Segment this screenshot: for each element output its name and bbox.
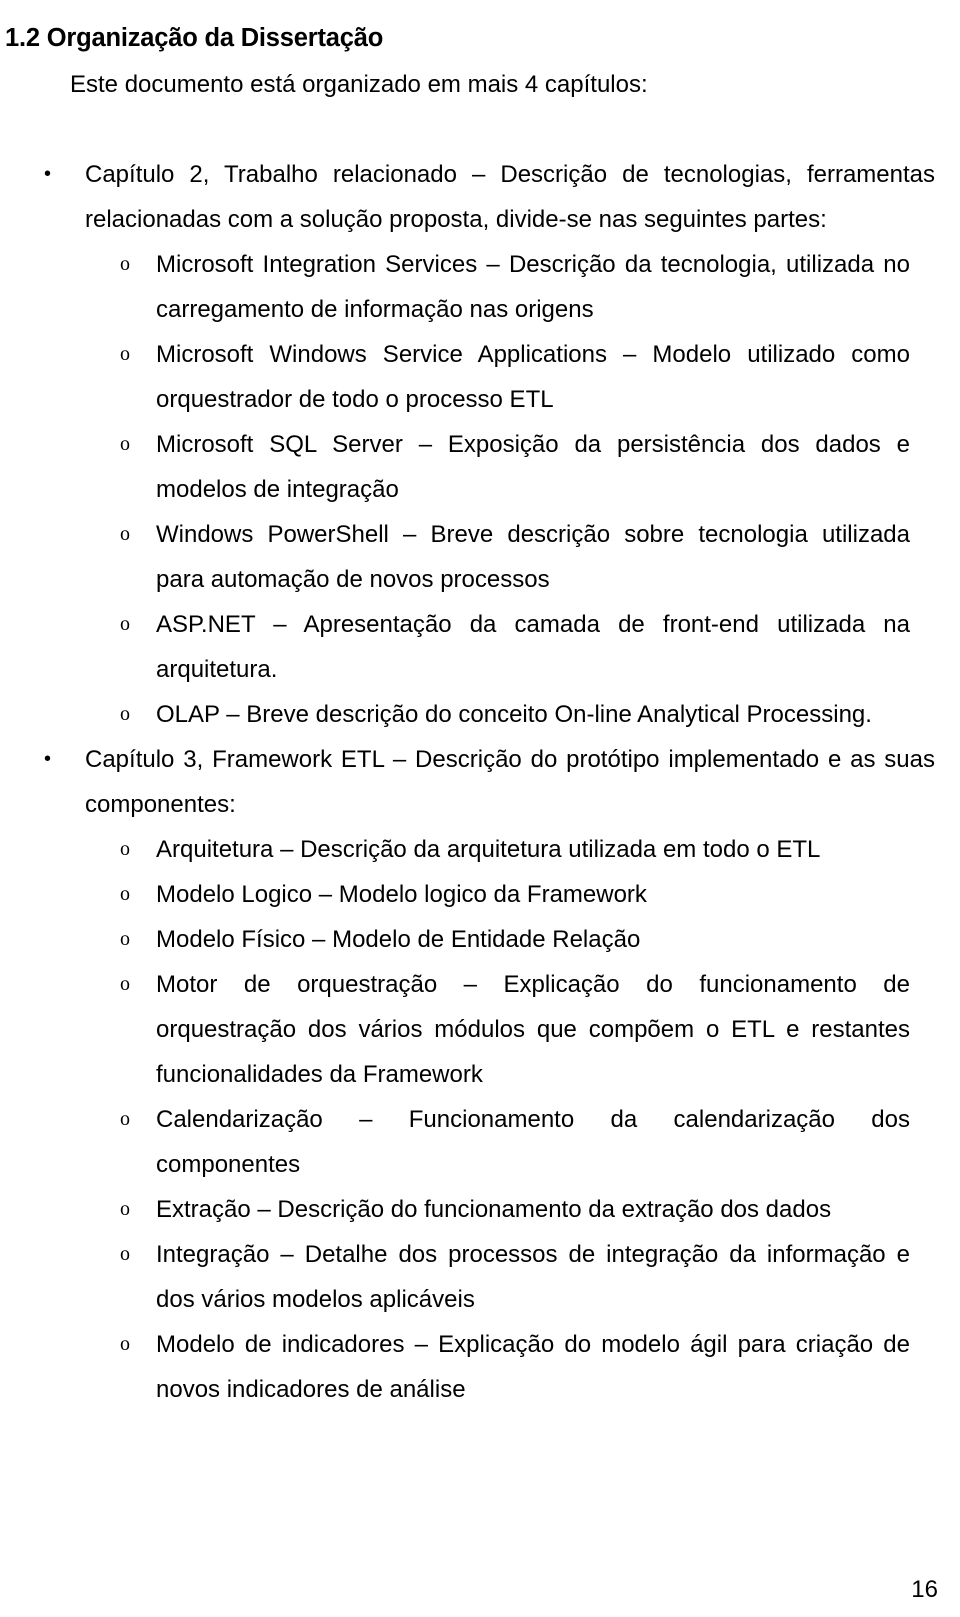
bullet-circle-icon: o [120, 253, 130, 275]
list-item-capitulo-2: • Capítulo 2, Trabalho relacionado – Des… [0, 152, 960, 737]
intro-paragraph: Este documento está organizado em mais 4… [0, 62, 960, 107]
list-item-text: OLAP – Breve descrição do conceito On-li… [156, 701, 872, 728]
subitem-list-capitulo-3: o Arquitetura – Descrição da arquitetura… [78, 827, 935, 1412]
list-item-text: Modelo de indicadores – Explicação do mo… [156, 1331, 910, 1403]
list-item-text: Extração – Descrição do funcionamento da… [156, 1196, 832, 1223]
list-item-text: Microsoft Windows Service Applications –… [156, 341, 910, 413]
page-number: 16 [911, 1576, 938, 1603]
page-title: 1.2 Organização da Dissertação [5, 24, 384, 53]
bullet-circle-icon: o [120, 973, 130, 995]
intro-paragraph-text: Este documento está organizado em mais 4… [70, 71, 648, 98]
bullet-circle-icon: o [120, 703, 130, 725]
list-item-calendarizacao: o Calendarização – Funcionamento da cale… [78, 1097, 935, 1187]
list-item-extracao: o Extração – Descrição do funcionamento … [78, 1187, 935, 1232]
list-item-integracao: o Integração – Detalhe dos processos de … [78, 1232, 935, 1322]
bullet-circle-icon: o [120, 343, 130, 365]
list-item-text: Modelo Físico – Modelo de Entidade Relaç… [156, 926, 641, 953]
list-item-microsoft-integration-services: o Microsoft Integration Services – Descr… [78, 242, 935, 332]
list-item-text: ASP.NET – Apresentação da camada de fron… [156, 611, 910, 683]
list-item-motor-de-orquestracao: o Motor de orquestração – Explicação do … [78, 962, 935, 1097]
bullet-circle-icon: o [120, 523, 130, 545]
bullet-circle-icon: o [120, 928, 130, 950]
bullet-circle-icon: o [120, 1243, 130, 1265]
list-item-text: Modelo Logico – Modelo logico da Framewo… [156, 881, 647, 908]
document-page: 1.2 Organização da Dissertação Este docu… [0, 0, 960, 1617]
list-item-olap: o OLAP – Breve descrição do conceito On-… [78, 692, 935, 737]
list-item-microsoft-windows-service-applications: o Microsoft Windows Service Applications… [78, 332, 935, 422]
list-item-modelo-de-indicadores: o Modelo de indicadores – Explicação do … [78, 1322, 935, 1412]
list-item-text: Windows PowerShell – Breve descrição sob… [156, 521, 910, 593]
list-item-capitulo-3: • Capítulo 3, Framework ETL – Descrição … [0, 737, 960, 1412]
bullet-circle-icon: o [120, 883, 130, 905]
list-item-microsoft-sql-server: o Microsoft SQL Server – Exposição da pe… [78, 422, 935, 512]
list-item-text: Arquitetura – Descrição da arquitetura u… [156, 836, 821, 863]
bullet-circle-icon: o [120, 613, 130, 635]
intro-spacer [0, 107, 960, 152]
bullet-circle-icon: o [120, 838, 130, 860]
bullet-circle-icon: o [120, 1333, 130, 1355]
subitem-list-capitulo-2: o Microsoft Integration Services – Descr… [78, 242, 935, 737]
bullet-disc-icon: • [44, 748, 52, 770]
list-item-windows-powershell: o Windows PowerShell – Breve descrição s… [78, 512, 935, 602]
list-item-text: Integração – Detalhe dos processos de in… [156, 1241, 910, 1313]
list-item-arquitetura: o Arquitetura – Descrição da arquitetura… [78, 827, 935, 872]
chapter-list: • Capítulo 2, Trabalho relacionado – Des… [0, 152, 960, 1412]
list-item-text: Capítulo 3, Framework ETL – Descrição do… [85, 746, 935, 818]
list-item-modelo-logico: o Modelo Logico – Modelo logico da Frame… [78, 872, 935, 917]
list-item-text: Capítulo 2, Trabalho relacionado – Descr… [85, 161, 935, 233]
bullet-circle-icon: o [120, 1198, 130, 1220]
list-item-text: Microsoft Integration Services – Descriç… [156, 251, 910, 323]
document-body: Este documento está organizado em mais 4… [0, 62, 960, 1412]
bullet-disc-icon: • [44, 163, 52, 185]
list-item-text: Motor de orquestração – Explicação do fu… [156, 971, 910, 1088]
list-item-asp-net: o ASP.NET – Apresentação da camada de fr… [78, 602, 935, 692]
list-item-text: Microsoft SQL Server – Exposição da pers… [156, 431, 910, 503]
list-item-text: Calendarização – Funcionamento da calend… [156, 1106, 910, 1178]
bullet-circle-icon: o [120, 1108, 130, 1130]
list-item-modelo-fisico: o Modelo Físico – Modelo de Entidade Rel… [78, 917, 935, 962]
bullet-circle-icon: o [120, 433, 130, 455]
